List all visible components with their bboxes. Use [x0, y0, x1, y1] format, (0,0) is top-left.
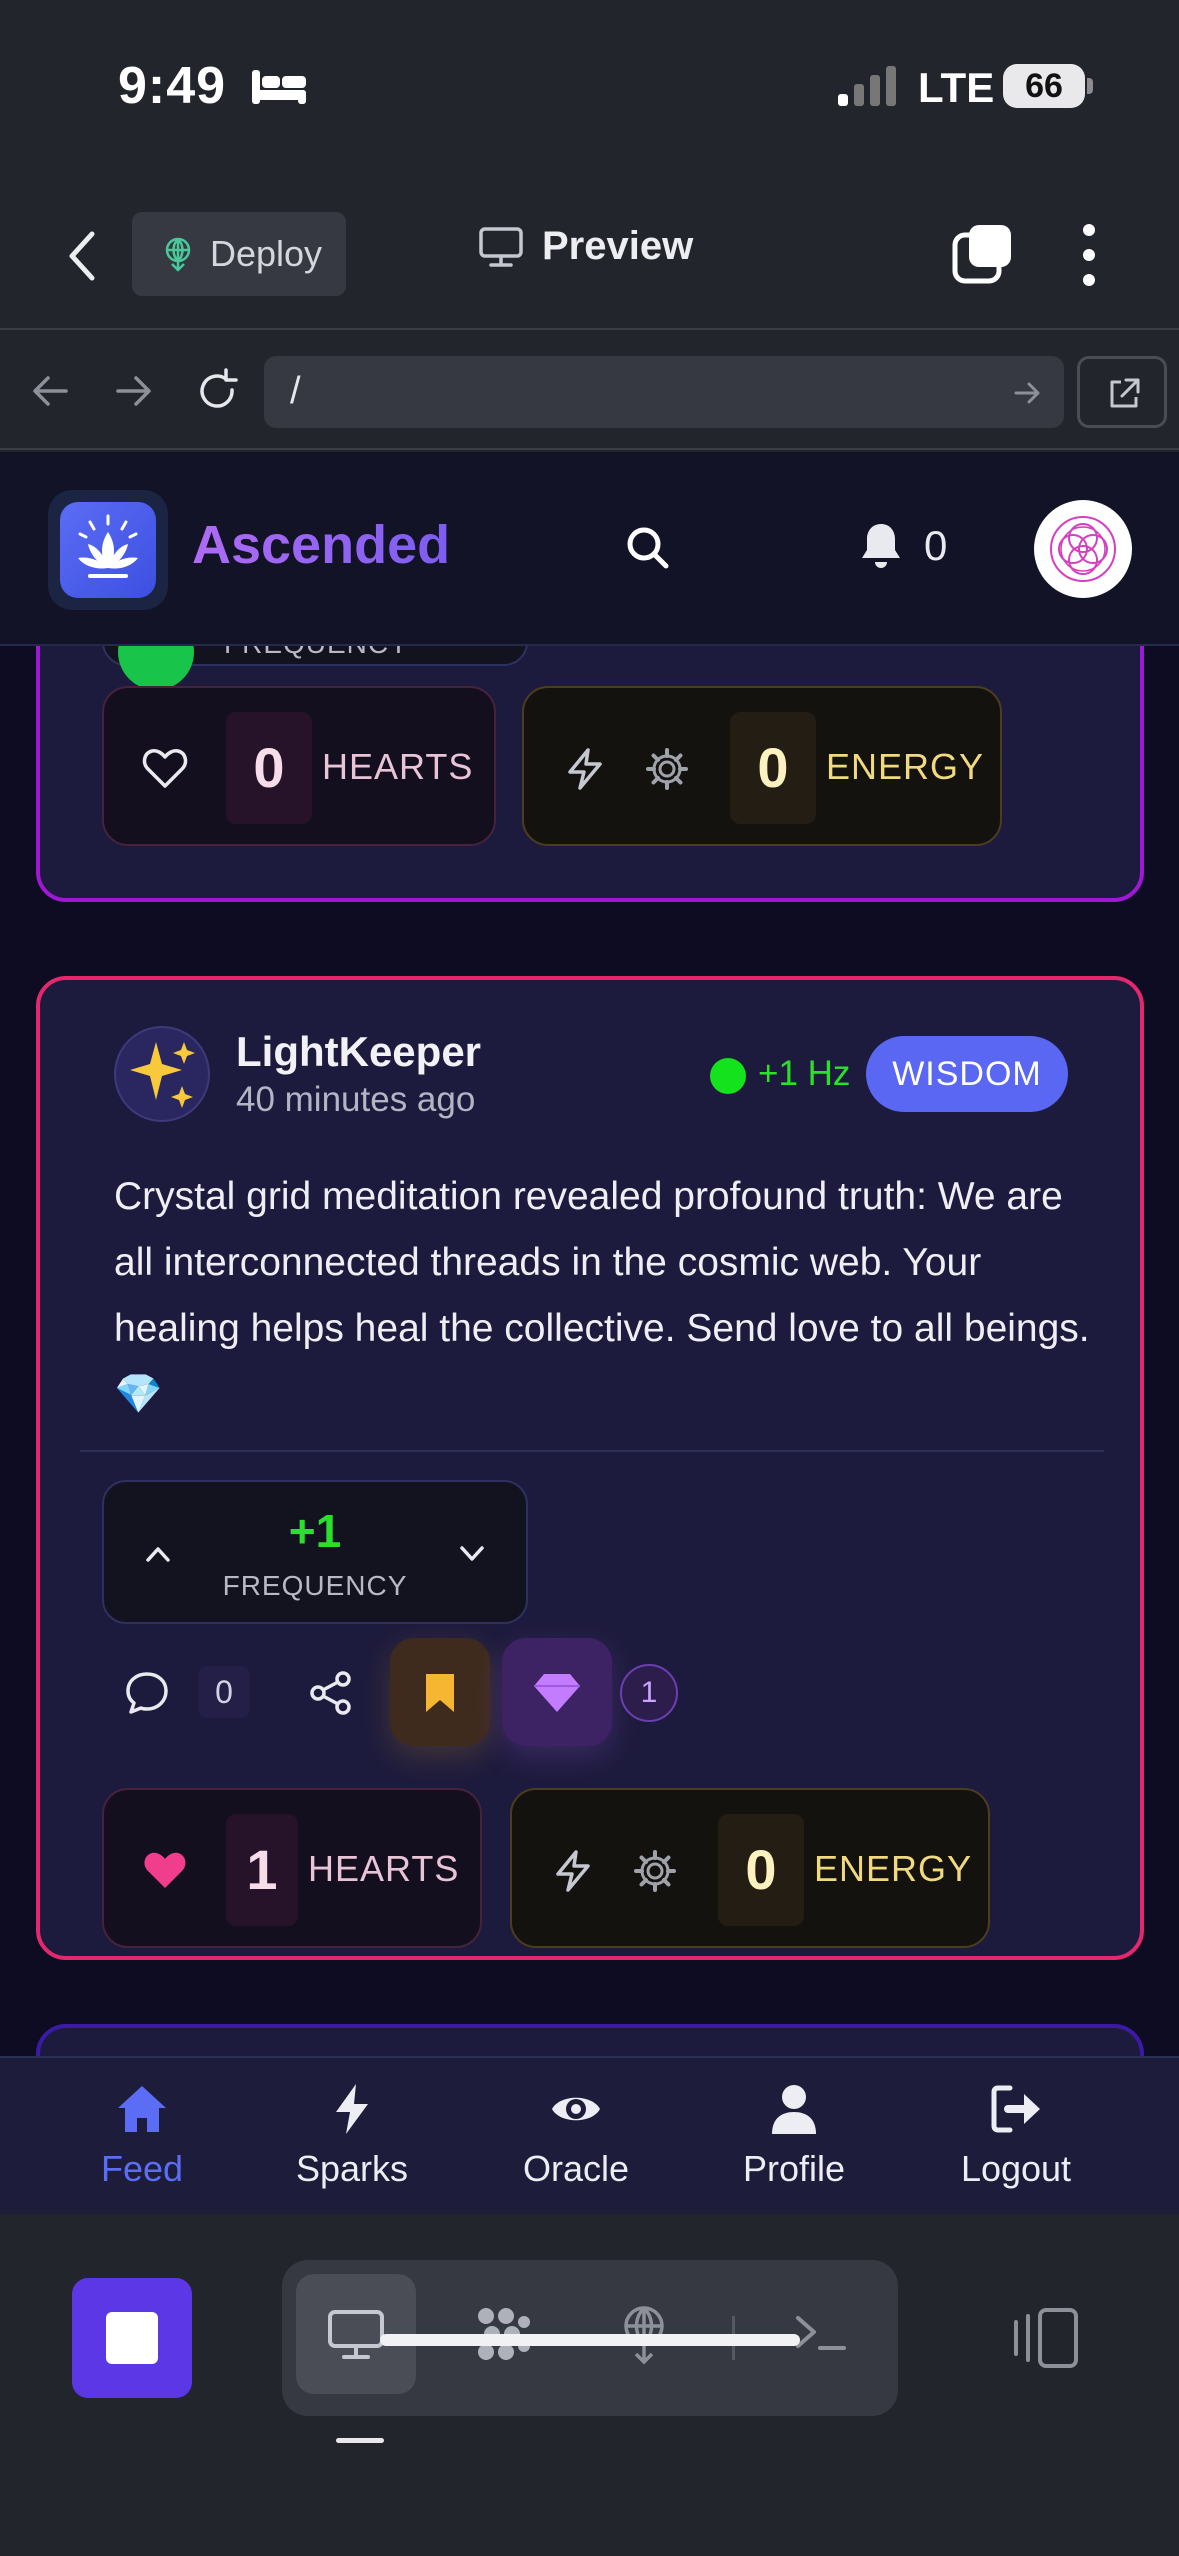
app-header: Ascended 0 — [0, 452, 1179, 646]
status-bar: 9:49 LTE 66 — [0, 0, 1179, 180]
energy-button[interactable]: 0 ENERGY — [510, 1788, 990, 1948]
frequency-label: FREQUENCY — [222, 1570, 408, 1601]
eye-icon — [552, 2097, 600, 2121]
frequency-widget: +1 FREQUENCY — [102, 1480, 528, 1624]
editor-toolbar: Deploy Preview — [0, 180, 1179, 330]
url-input[interactable]: / — [264, 356, 1064, 428]
bolt-outline-icon — [568, 748, 602, 790]
heart-filled-icon — [144, 1852, 186, 1888]
deploy-label: Deploy — [210, 233, 323, 274]
monitor-icon — [479, 226, 523, 267]
user-icon — [772, 2085, 816, 2134]
reload-icon[interactable] — [192, 366, 242, 416]
divider — [80, 1450, 1104, 1452]
gear-icon[interactable] — [644, 746, 690, 792]
nav-label: Feed — [100, 2148, 184, 2189]
nav-item-profile[interactable]: Profile — [694, 2058, 894, 2214]
bookmark-button[interactable] — [390, 1638, 490, 1746]
nav-item-oracle[interactable]: Oracle — [476, 2058, 676, 2214]
bell-icon[interactable] — [858, 520, 904, 570]
hearts-label: HEARTS — [322, 746, 474, 787]
hearts-count: 1 — [226, 1814, 298, 1926]
panels-icon[interactable] — [1010, 2306, 1080, 2370]
search-icon[interactable] — [622, 522, 674, 574]
gear-icon[interactable] — [632, 1848, 678, 1894]
nav-item-sparks[interactable]: Sparks — [252, 2058, 452, 2214]
hearts-label: HEARTS — [308, 1848, 460, 1889]
bolt-outline-icon — [556, 1850, 590, 1892]
terminal-icon — [796, 2316, 846, 2350]
bolt-icon — [336, 2084, 368, 2134]
logout-icon — [991, 2085, 1040, 2133]
back-chevron-icon[interactable] — [62, 226, 102, 286]
workspace-bar — [0, 2214, 1179, 2556]
nav-label: Logout — [960, 2148, 1072, 2189]
home-indicator — [380, 2334, 800, 2346]
notification-count: 0 — [924, 522, 948, 569]
home-icon — [118, 2086, 166, 2132]
sleep-focus-icon — [252, 70, 306, 104]
user-avatar[interactable] — [1034, 500, 1132, 598]
nav-label: Sparks — [295, 2148, 409, 2189]
energy-label: ENERGY — [814, 1848, 973, 1889]
monitor-icon — [328, 2310, 384, 2359]
nav-back-icon[interactable] — [26, 366, 76, 416]
app-preview: Ascended 0 FREQUENCY — [0, 452, 1179, 2214]
stop-button[interactable] — [72, 2278, 192, 2398]
bookmark-icon — [426, 1674, 454, 1712]
network-type: LTE — [918, 64, 995, 111]
lotus-icon — [78, 514, 138, 578]
deploy-button[interactable]: Deploy — [132, 212, 346, 296]
open-external-button[interactable] — [1077, 356, 1167, 428]
energy-count: 0 — [718, 1814, 804, 1926]
preview-label: Preview — [542, 224, 694, 268]
post-card: LightKeeper 40 minutes ago +1 Hz WISDOM … — [36, 976, 1144, 1960]
tabs-icon[interactable] — [952, 222, 1014, 284]
category-tag[interactable]: WISDOM — [866, 1036, 1068, 1112]
nav-forward-icon[interactable] — [108, 366, 158, 416]
author-avatar[interactable] — [114, 1026, 210, 1122]
app-brand: Ascended — [192, 515, 451, 575]
more-options-icon[interactable] — [1068, 222, 1110, 288]
chevron-down-icon[interactable] — [454, 1536, 490, 1572]
heart-outline-icon — [142, 749, 188, 788]
gem-count: 1 — [620, 1664, 678, 1722]
nav-label: Profile — [742, 2148, 846, 2189]
nav-item-feed[interactable]: Feed — [42, 2058, 242, 2214]
preview-tab[interactable]: Preview — [478, 224, 693, 269]
status-time: 9:49 — [118, 57, 227, 115]
energy-button[interactable]: 0 ENERGY — [522, 686, 1002, 846]
gem-icon — [534, 1674, 580, 1712]
comment-icon[interactable] — [122, 1668, 172, 1718]
battery-level: 66 — [1003, 64, 1085, 108]
comment-count: 0 — [198, 1666, 250, 1718]
nav-item-logout[interactable]: Logout — [916, 2058, 1116, 2214]
app-logo[interactable] — [48, 490, 168, 610]
sparkles-icon — [130, 1042, 195, 1108]
gem-button[interactable] — [502, 1638, 612, 1746]
battery-cap — [1087, 78, 1093, 94]
hearts-button[interactable]: 1 HEARTS — [102, 1788, 482, 1948]
avatar-mandala-icon — [1050, 516, 1116, 582]
frequency-hz: +1 Hz — [758, 1054, 851, 1093]
post-timestamp: 40 minutes ago — [236, 1080, 476, 1119]
author-name[interactable]: LightKeeper — [236, 1028, 481, 1076]
url-path: / — [290, 370, 301, 412]
external-link-icon — [1110, 378, 1140, 408]
bottom-nav: Feed Sparks Oracle Profile Logout — [0, 2056, 1179, 2214]
deploy-icon — [165, 237, 191, 272]
frequency-status-dot — [710, 1058, 746, 1094]
url-bar: / — [0, 332, 1179, 450]
go-arrow-icon[interactable] — [1010, 376, 1044, 410]
hearts-count: 0 — [226, 712, 312, 824]
share-icon[interactable] — [306, 1668, 356, 1718]
energy-label: ENERGY — [826, 746, 985, 787]
energy-count: 0 — [730, 712, 816, 824]
active-indicator — [336, 2438, 384, 2443]
cellular-signal-icon — [838, 66, 896, 106]
post-body: Crystal grid meditation revealed profoun… — [114, 1175, 1090, 1416]
hearts-button[interactable]: 0 HEARTS — [102, 686, 496, 846]
nav-label: Oracle — [522, 2148, 630, 2189]
